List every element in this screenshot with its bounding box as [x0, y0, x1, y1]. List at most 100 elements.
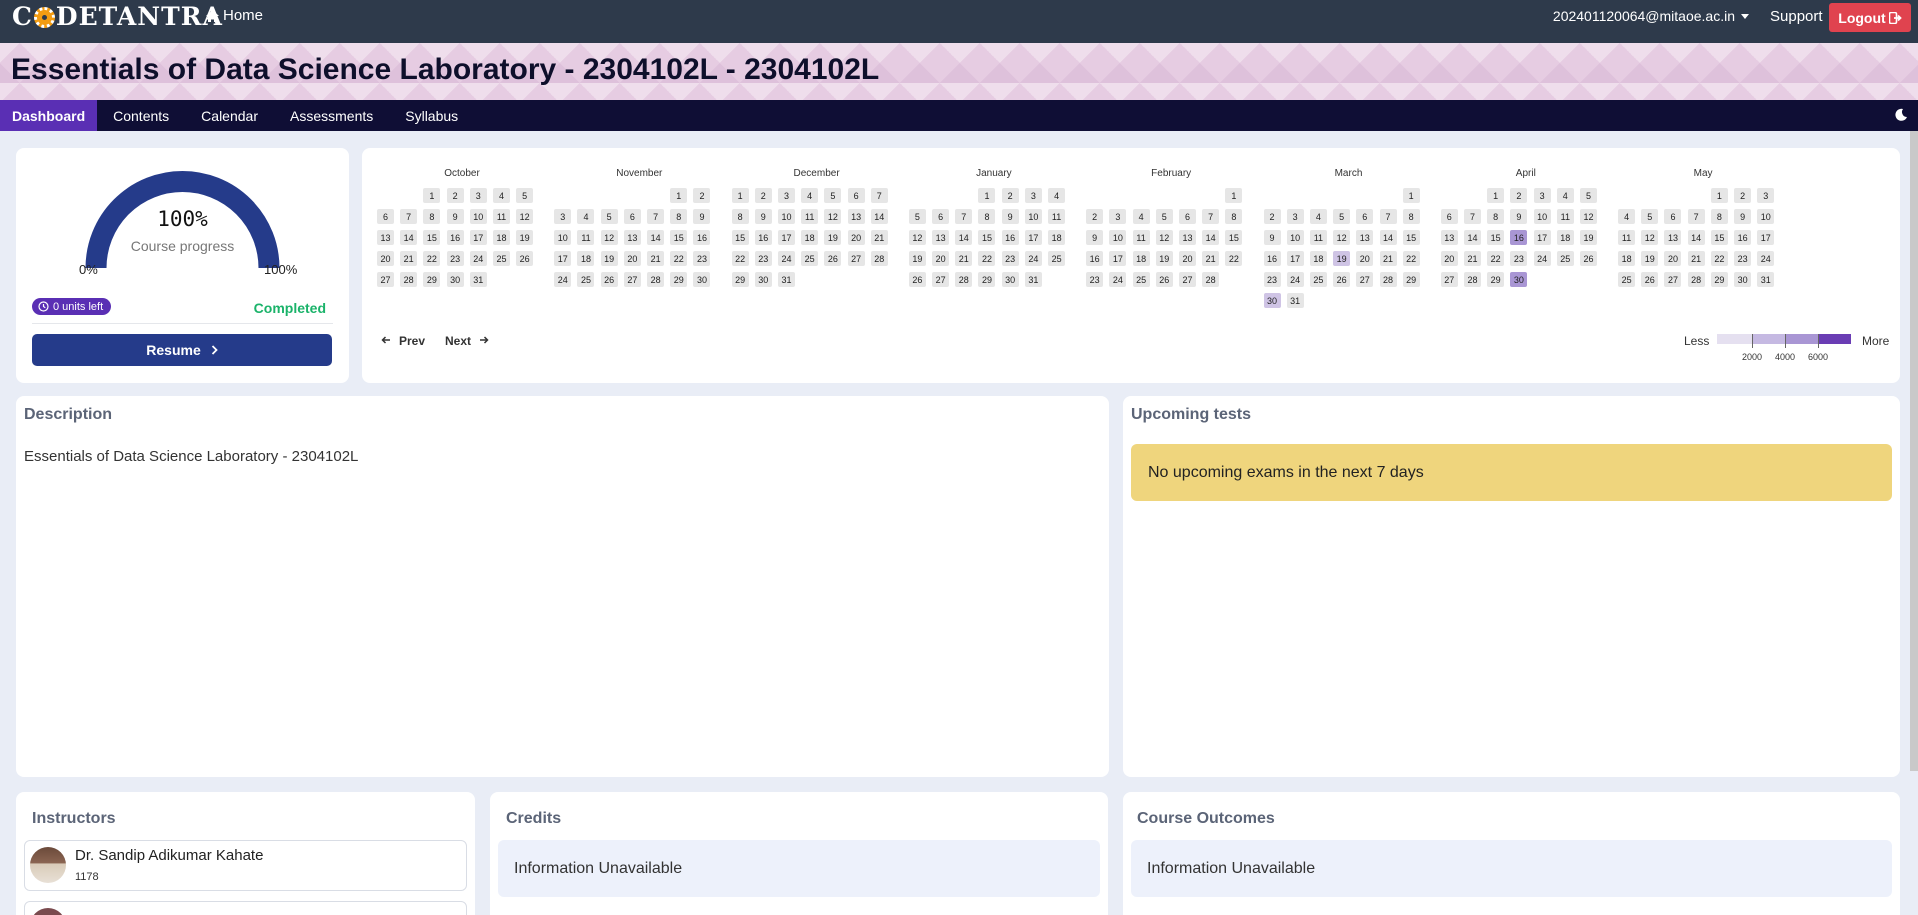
- calendar-day[interactable]: 31: [1286, 293, 1304, 308]
- calendar-day[interactable]: 25: [801, 251, 819, 266]
- calendar-day[interactable]: 8: [423, 209, 441, 224]
- calendar-day[interactable]: 11: [1048, 209, 1066, 224]
- calendar-day[interactable]: 24: [1757, 251, 1775, 266]
- calendar-day[interactable]: 19: [1579, 230, 1597, 245]
- calendar-day[interactable]: 5: [1155, 209, 1173, 224]
- calendar-day[interactable]: 3: [1109, 209, 1127, 224]
- calendar-day[interactable]: 13: [1356, 230, 1374, 245]
- calendar-day[interactable]: 8: [1710, 209, 1728, 224]
- calendar-day[interactable]: 7: [400, 209, 418, 224]
- calendar-day[interactable]: 13: [377, 230, 394, 245]
- calendar-day[interactable]: 18: [1556, 230, 1574, 245]
- calendar-day[interactable]: 23: [1263, 272, 1281, 287]
- calendar-day[interactable]: 3: [1757, 188, 1775, 203]
- calendar-day[interactable]: 18: [577, 251, 595, 266]
- calendar-day[interactable]: 8: [731, 209, 749, 224]
- calendar-day[interactable]: 1: [423, 188, 441, 203]
- calendar-day[interactable]: 2: [1263, 209, 1281, 224]
- calendar-day[interactable]: 19: [824, 230, 842, 245]
- calendar-day[interactable]: 28: [647, 272, 665, 287]
- calendar-day[interactable]: 16: [1263, 251, 1281, 266]
- instructor-item[interactable]: Dr. Sandip Adikumar Kahate 1178: [24, 840, 467, 891]
- calendar-day[interactable]: 14: [400, 230, 418, 245]
- calendar-day[interactable]: 17: [777, 230, 795, 245]
- calendar-day[interactable]: 22: [1225, 251, 1243, 266]
- calendar-day[interactable]: 24: [1286, 272, 1304, 287]
- calendar-day[interactable]: 14: [1379, 230, 1397, 245]
- calendar-day[interactable]: 6: [932, 209, 950, 224]
- calendar-day[interactable]: 4: [1048, 188, 1066, 203]
- tab-dashboard[interactable]: Dashboard: [0, 100, 98, 131]
- calendar-day[interactable]: 25: [1132, 272, 1150, 287]
- calendar-day[interactable]: 3: [1533, 188, 1551, 203]
- calendar-day[interactable]: 22: [978, 251, 996, 266]
- calendar-day[interactable]: 15: [1225, 230, 1243, 245]
- calendar-day[interactable]: 30: [693, 272, 711, 287]
- calendar-day[interactable]: 30: [1263, 293, 1281, 308]
- calendar-day[interactable]: 13: [1440, 230, 1458, 245]
- calendar-day[interactable]: 15: [670, 230, 688, 245]
- calendar-day[interactable]: 1: [731, 188, 749, 203]
- calendar-day[interactable]: 22: [1710, 251, 1728, 266]
- calendar-day[interactable]: 8: [1402, 209, 1420, 224]
- calendar-day[interactable]: 20: [377, 251, 394, 266]
- calendar-day[interactable]: 3: [554, 209, 572, 224]
- calendar-day[interactable]: 23: [754, 251, 772, 266]
- calendar-day[interactable]: 25: [1618, 272, 1636, 287]
- calendar-day[interactable]: 4: [1618, 209, 1636, 224]
- calendar-day[interactable]: 14: [647, 230, 665, 245]
- calendar-day[interactable]: 27: [623, 272, 641, 287]
- calendar-day[interactable]: 26: [824, 251, 842, 266]
- calendar-day[interactable]: 13: [1664, 230, 1682, 245]
- calendar-day[interactable]: 7: [1379, 209, 1397, 224]
- calendar-day[interactable]: 6: [1356, 209, 1374, 224]
- calendar-day[interactable]: 24: [554, 272, 572, 287]
- calendar-day[interactable]: 12: [1155, 230, 1173, 245]
- calendar-day[interactable]: 10: [469, 209, 487, 224]
- calendar-day[interactable]: 3: [777, 188, 795, 203]
- calendar-day[interactable]: 7: [647, 209, 665, 224]
- calendar-day[interactable]: 4: [1309, 209, 1327, 224]
- calendar-day[interactable]: 2: [1510, 188, 1528, 203]
- calendar-day[interactable]: 23: [1510, 251, 1528, 266]
- calendar-day[interactable]: 6: [1178, 209, 1196, 224]
- calendar-day[interactable]: 11: [1556, 209, 1574, 224]
- calendar-day[interactable]: 18: [1618, 251, 1636, 266]
- calendar-day[interactable]: 11: [1618, 230, 1636, 245]
- calendar-day[interactable]: 9: [754, 209, 772, 224]
- dark-mode-moon-icon[interactable]: [1894, 108, 1908, 122]
- calendar-day[interactable]: 1: [1487, 188, 1505, 203]
- calendar-day[interactable]: 31: [1024, 272, 1042, 287]
- calendar-day[interactable]: 15: [423, 230, 441, 245]
- calendar-day[interactable]: 21: [647, 251, 665, 266]
- calendar-day[interactable]: 17: [1024, 230, 1042, 245]
- calendar-day[interactable]: 11: [801, 209, 819, 224]
- calendar-day[interactable]: 12: [908, 230, 926, 245]
- calendar-day[interactable]: 28: [400, 272, 418, 287]
- calendar-day[interactable]: 24: [469, 251, 487, 266]
- calendar-day[interactable]: 17: [554, 251, 572, 266]
- calendar-day[interactable]: 1: [978, 188, 996, 203]
- calendar-day[interactable]: 8: [670, 209, 688, 224]
- calendar-day[interactable]: 5: [600, 209, 618, 224]
- instructor-item[interactable]: [24, 901, 467, 915]
- calendar-day[interactable]: 10: [1286, 230, 1304, 245]
- calendar-day[interactable]: 30: [1734, 272, 1752, 287]
- calendar-day[interactable]: 4: [801, 188, 819, 203]
- calendar-day[interactable]: 20: [1178, 251, 1196, 266]
- calendar-day[interactable]: 17: [469, 230, 487, 245]
- calendar-day[interactable]: 6: [847, 188, 865, 203]
- calendar-day[interactable]: 30: [754, 272, 772, 287]
- calendar-day[interactable]: 21: [955, 251, 973, 266]
- calendar-day[interactable]: 3: [1286, 209, 1304, 224]
- calendar-day[interactable]: 26: [516, 251, 534, 266]
- calendar-day[interactable]: 30: [446, 272, 464, 287]
- calendar-day[interactable]: 9: [1263, 230, 1281, 245]
- calendar-day[interactable]: 19: [1641, 251, 1659, 266]
- calendar-day[interactable]: 21: [1463, 251, 1481, 266]
- resume-button[interactable]: Resume: [32, 334, 332, 366]
- calendar-day[interactable]: 27: [1440, 272, 1458, 287]
- calendar-day[interactable]: 7: [1463, 209, 1481, 224]
- tab-assessments[interactable]: Assessments: [274, 100, 389, 131]
- calendar-day[interactable]: 20: [1356, 251, 1374, 266]
